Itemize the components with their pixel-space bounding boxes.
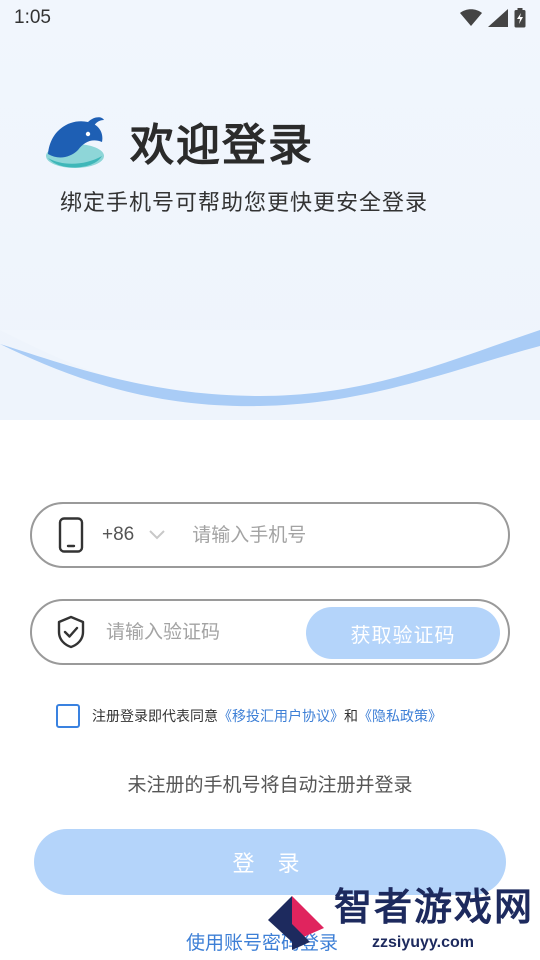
phone-field[interactable]: +86 [30, 502, 510, 568]
country-code[interactable]: +86 [102, 524, 134, 546]
watermark-logo-icon [268, 896, 324, 950]
agreement-checkbox[interactable] [56, 704, 80, 728]
agreement-text: 注册登录即代表同意《移投汇用户协议》和《隐私政策》 [92, 706, 442, 726]
wifi-icon [460, 9, 482, 26]
cell-signal-icon [488, 9, 508, 27]
page-title: 欢迎登录 [130, 120, 314, 171]
phone-input[interactable] [190, 523, 455, 547]
auto-register-hint: 未注册的手机号将自动注册并登录 [127, 774, 413, 796]
whale-logo-icon [46, 117, 104, 168]
verification-code-input[interactable] [104, 620, 288, 644]
privacy-policy-link[interactable]: 《隐私政策》 [358, 709, 442, 725]
watermark: 智者游戏网 zzsiyuyy.com [262, 880, 540, 960]
phone-icon [58, 517, 84, 553]
status-icons [460, 8, 526, 28]
status-bar: 1:05 [0, 0, 540, 36]
user-agreement-link[interactable]: 《移投汇用户协议》 [218, 709, 344, 725]
agreement-prefix: 注册登录即代表同意 [92, 709, 218, 725]
agreement-row: 注册登录即代表同意《移投汇用户协议》和《隐私政策》 [56, 704, 442, 728]
watermark-sub: zzsiyuyy.com [372, 934, 474, 951]
agreement-conjunction: 和 [344, 709, 358, 725]
battery-charging-icon [514, 8, 526, 28]
page-subtitle: 绑定手机号可帮助您更快更安全登录 [60, 191, 429, 216]
code-field[interactable]: 获取验证码 [30, 599, 510, 665]
get-code-button[interactable]: 获取验证码 [306, 607, 500, 659]
status-time: 1:05 [14, 7, 51, 28]
header-wave [0, 330, 540, 407]
shield-check-icon [57, 615, 85, 649]
watermark-text: 智者游戏网 [334, 885, 535, 929]
chevron-down-icon[interactable] [148, 529, 166, 541]
